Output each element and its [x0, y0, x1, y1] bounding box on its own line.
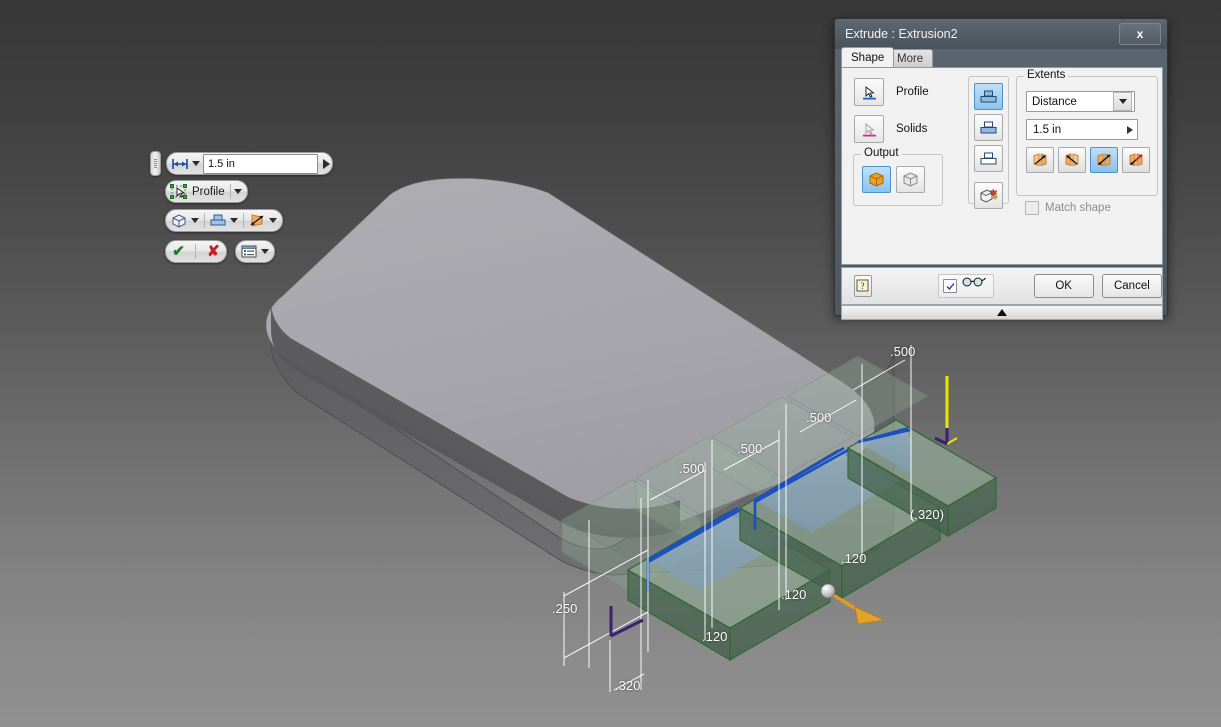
output-surface-button[interactable] — [896, 166, 925, 193]
dimension-label[interactable]: .500 — [806, 410, 831, 425]
tab-strip[interactable]: Shape More — [841, 50, 1161, 67]
operation-intersect-button[interactable] — [974, 145, 1003, 172]
extents-type-value: Distance — [1032, 96, 1113, 108]
dimension-label[interactable]: .320 — [615, 678, 640, 693]
new-solid-button[interactable] — [974, 182, 1003, 209]
distance-value-field[interactable]: 1.5 in — [1026, 119, 1138, 140]
close-icon[interactable]: x — [1119, 23, 1161, 45]
distance-expand-icon[interactable] — [1127, 126, 1133, 134]
collapse-bar[interactable] — [841, 305, 1163, 320]
chevron-down-icon[interactable] — [230, 218, 238, 223]
profile-selector-row[interactable]: Profile — [854, 78, 929, 106]
direction-default-button[interactable] — [1026, 147, 1054, 173]
extents-legend: Extents — [1024, 69, 1068, 81]
distance-input[interactable]: 1.5 in — [203, 154, 318, 174]
solids-selector-row[interactable]: Solids — [854, 115, 927, 143]
direction-asymmetric-button[interactable] — [1122, 147, 1150, 173]
divider — [243, 213, 244, 228]
profile-select-button[interactable] — [854, 78, 884, 106]
solids-label: Solids — [896, 123, 927, 135]
dimension-label[interactable]: .500 — [890, 344, 915, 359]
operations-group — [968, 76, 1009, 204]
output-solid-icon[interactable] — [168, 211, 190, 230]
hud-confirm-group[interactable]: ✔ ✘ — [165, 240, 227, 263]
profile-label: Profile — [896, 86, 929, 98]
dialog-titlebar[interactable]: Extrude : Extrusion2 x — [835, 19, 1167, 49]
profile-select-icon[interactable] — [168, 182, 190, 201]
chevron-down-icon[interactable] — [269, 218, 277, 223]
output-legend: Output — [861, 147, 902, 159]
axis-indicator-secondary — [611, 606, 643, 636]
chevron-down-icon[interactable] — [1113, 92, 1132, 111]
distance-type-group[interactable]: 1.5 in — [166, 152, 333, 175]
dimension-label[interactable]: .250 — [552, 601, 577, 616]
ok-button[interactable]: OK — [1034, 274, 1094, 298]
operation-join-button[interactable] — [974, 83, 1003, 110]
hud-options-group[interactable] — [165, 209, 283, 232]
chevron-down-icon[interactable] — [192, 161, 200, 166]
dialog-footer: ? OK Cancel — [841, 267, 1163, 305]
divider — [230, 184, 231, 199]
output-solid-button[interactable] — [862, 166, 891, 193]
distance-expand-icon[interactable] — [323, 159, 330, 169]
operation-cut-button[interactable] — [974, 114, 1003, 141]
direction-symmetric-button[interactable] — [1090, 147, 1118, 173]
profile-label: Profile — [190, 186, 228, 198]
drag-sphere-icon — [821, 584, 835, 598]
match-shape-label: Match shape — [1045, 202, 1111, 214]
svg-text:?: ? — [861, 281, 865, 291]
tab-shape[interactable]: Shape — [841, 47, 894, 67]
chevron-down-icon[interactable] — [234, 189, 242, 194]
accept-button[interactable]: ✔ — [172, 244, 185, 259]
dimension-label[interactable]: .500 — [679, 461, 704, 476]
divider — [204, 213, 205, 228]
extents-group: Extents Distance 1.5 in — [1016, 76, 1158, 196]
options-list-icon[interactable] — [238, 242, 260, 261]
chevron-down-icon[interactable] — [191, 218, 199, 223]
extrude-dialog[interactable]: Extrude : Extrusion2 x Shape More Profil… — [834, 18, 1168, 316]
direction-button-row[interactable] — [1026, 147, 1150, 173]
cancel-button[interactable]: Cancel — [1102, 274, 1162, 298]
distance-icon[interactable] — [169, 154, 191, 173]
preview-toggle-group[interactable] — [938, 274, 993, 298]
dimension-label[interactable]: .120 — [702, 629, 727, 644]
preview-checkbox[interactable] — [943, 279, 957, 293]
chevron-down-icon[interactable] — [261, 249, 269, 254]
direction-flipped-button[interactable] — [1058, 147, 1086, 173]
chevron-up-icon[interactable] — [997, 309, 1007, 316]
dimension-label-reference[interactable]: (.320) — [910, 507, 944, 522]
cancel-button[interactable]: ✘ — [207, 244, 220, 259]
match-shape-checkbox[interactable] — [1025, 201, 1039, 215]
shape-panel: Profile Solids Output — [841, 67, 1163, 265]
operation-join-icon[interactable] — [207, 211, 229, 230]
solids-select-button[interactable] — [854, 115, 884, 143]
profile-selector-group[interactable]: Profile — [165, 180, 248, 203]
match-shape-row[interactable]: Match shape — [1025, 201, 1111, 215]
glasses-icon[interactable] — [961, 277, 987, 296]
dialog-title: Extrude : Extrusion2 — [845, 27, 958, 41]
distance-value: 1.5 in — [1033, 124, 1061, 136]
divider — [195, 244, 196, 259]
dimension-label[interactable]: .120 — [841, 551, 866, 566]
direction-symmetric-icon[interactable] — [246, 211, 268, 230]
hud-settings-group[interactable] — [235, 240, 275, 263]
mini-toolbar[interactable]: 1.5 in Profile — [150, 148, 330, 268]
help-button[interactable]: ? — [854, 275, 872, 297]
output-group: Output — [853, 154, 943, 206]
axis-indicator — [935, 376, 957, 444]
extents-type-select[interactable]: Distance — [1026, 91, 1135, 112]
drag-grip[interactable] — [150, 151, 161, 176]
dimension-label[interactable]: .120 — [781, 587, 806, 602]
dimension-label[interactable]: .500 — [737, 441, 762, 456]
